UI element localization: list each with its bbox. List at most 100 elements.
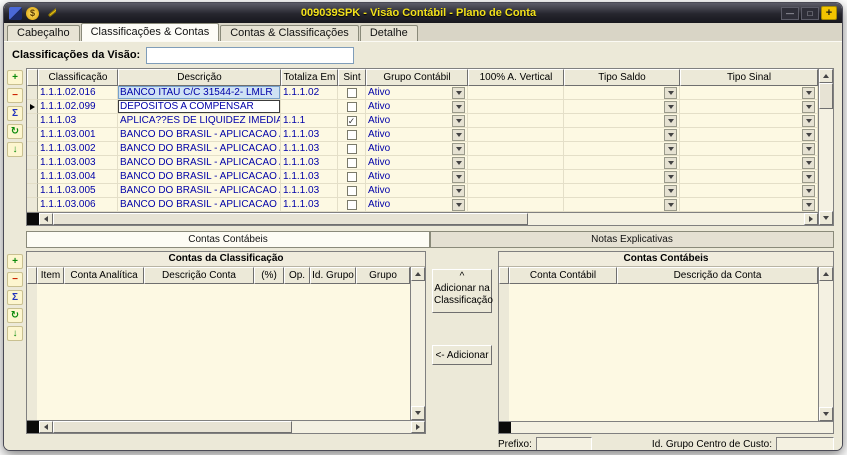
money-icon[interactable]: $	[26, 7, 39, 20]
scroll-up-button[interactable]	[411, 267, 425, 281]
tipo-saldo-dropdown-button[interactable]	[664, 101, 677, 113]
empty-grid-body[interactable]	[27, 284, 410, 420]
cell-grupo-contabil[interactable]: Ativo	[366, 142, 468, 156]
table-row[interactable]: 1.1.1.03.002 BANCO DO BRASIL - APLICACAO…	[27, 142, 818, 156]
vertical-scrollbar[interactable]	[410, 267, 425, 420]
scroll-down-button[interactable]	[819, 407, 833, 421]
tab-notas-explicativas[interactable]: Notas Explicativas	[430, 231, 834, 248]
column-header-grupo-contabil[interactable]: Grupo Contábil	[366, 69, 468, 86]
table-row[interactable]: 1.1.1.03 APLICA??ES DE LIQUIDEZ IMEDIATA…	[27, 114, 818, 128]
tipo-sinal-dropdown-button[interactable]	[802, 129, 815, 141]
grupo-dropdown-button[interactable]	[452, 129, 465, 141]
cell-grupo-contabil[interactable]: Ativo	[366, 114, 468, 128]
cell-vertical[interactable]	[468, 100, 564, 114]
tipo-sinal-dropdown-button[interactable]	[802, 87, 815, 99]
vertical-scrollbar[interactable]	[818, 69, 833, 225]
export-icon[interactable]: ↓	[7, 326, 23, 341]
tipo-saldo-dropdown-button[interactable]	[664, 157, 677, 169]
cell-tipo-saldo[interactable]	[564, 156, 680, 170]
cell-totaliza-em[interactable]: 1.1.1.03	[281, 156, 338, 170]
cell-classificacao[interactable]: 1.1.1.02.099	[38, 100, 118, 114]
horizontal-scrollbar[interactable]	[499, 421, 833, 433]
cell-descricao[interactable]: BANCO DO BRASIL - APLICACAO AUTO M	[118, 142, 281, 156]
cell-vertical[interactable]	[468, 156, 564, 170]
tipo-sinal-dropdown-button[interactable]	[802, 171, 815, 183]
tab-classificacoes-contas[interactable]: Classificações & Contas	[81, 23, 220, 41]
scroll-right-button[interactable]	[804, 213, 818, 225]
scrollbar-thumb[interactable]	[53, 213, 528, 225]
cell-tipo-saldo[interactable]	[564, 100, 680, 114]
tab-cabecalho[interactable]: Cabeçalho	[7, 25, 80, 41]
scrollbar-thumb[interactable]	[53, 421, 292, 433]
scroll-down-button[interactable]	[411, 406, 425, 420]
cell-tipo-saldo[interactable]	[564, 86, 680, 100]
tipo-saldo-dropdown-button[interactable]	[664, 129, 677, 141]
sum-icon[interactable]: Σ	[7, 290, 23, 305]
row-selector[interactable]	[27, 198, 38, 212]
grupo-dropdown-button[interactable]	[452, 157, 465, 169]
sint-checkbox[interactable]	[347, 130, 357, 140]
cell-descricao[interactable]: BANCO DO BRASIL - APLICACAO AUTO M	[118, 128, 281, 142]
cell-vertical[interactable]	[468, 170, 564, 184]
tipo-saldo-dropdown-button[interactable]	[664, 199, 677, 211]
column-header-descricao[interactable]: Descrição	[118, 69, 281, 86]
sint-checkbox[interactable]	[347, 158, 357, 168]
scrollbar-track[interactable]	[292, 421, 411, 433]
cell-vertical[interactable]	[468, 114, 564, 128]
sint-checkbox[interactable]	[347, 172, 357, 182]
cell-totaliza-em[interactable]: 1.1.1.03	[281, 198, 338, 212]
cell-sint[interactable]	[338, 142, 366, 156]
cell-classificacao[interactable]: 1.1.1.02.016	[38, 86, 118, 100]
cell-vertical[interactable]	[468, 184, 564, 198]
cell-descricao[interactable]: DEPOSITOS A COMPENSAR	[118, 100, 281, 114]
scrollbar-track[interactable]	[511, 422, 833, 433]
cell-totaliza-em[interactable]	[281, 100, 338, 114]
cell-tipo-sinal[interactable]	[680, 156, 818, 170]
prefixo-input[interactable]	[536, 437, 592, 451]
empty-grid-body[interactable]	[499, 284, 818, 421]
sint-checkbox[interactable]	[347, 88, 357, 98]
column-header-totaliza-em[interactable]: Totaliza Em	[281, 69, 338, 86]
scroll-left-button[interactable]	[39, 421, 53, 433]
maximize-button[interactable]: □	[801, 7, 819, 20]
column-header-sint[interactable]: Sint	[338, 69, 366, 86]
cell-classificacao[interactable]: 1.1.1.03.003	[38, 156, 118, 170]
column-header-descricao-da-conta[interactable]: Descrição da Conta	[617, 267, 818, 284]
column-header-tipo-sinal[interactable]: Tipo Sinal	[680, 69, 818, 86]
cell-vertical[interactable]	[468, 86, 564, 100]
sint-checkbox[interactable]	[347, 200, 357, 210]
tipo-sinal-dropdown-button[interactable]	[802, 185, 815, 197]
scrollbar-track[interactable]	[411, 281, 425, 406]
cell-tipo-saldo[interactable]	[564, 184, 680, 198]
tipo-sinal-dropdown-button[interactable]	[802, 115, 815, 127]
vertical-scrollbar[interactable]	[818, 267, 833, 421]
cell-tipo-saldo[interactable]	[564, 170, 680, 184]
scrollbar-track[interactable]	[819, 281, 833, 407]
cell-totaliza-em[interactable]: 1.1.1.03	[281, 184, 338, 198]
delete-row-icon[interactable]: −	[7, 272, 23, 287]
table-row[interactable]: 1.1.1.03.005 BANCO DO BRASIL - APLICACAO…	[27, 184, 818, 198]
cell-totaliza-em[interactable]: 1.1.1.03	[281, 128, 338, 142]
column-header-descricao-conta[interactable]: Descrição Conta	[144, 267, 254, 284]
column-header-conta-analitica[interactable]: Conta Analítica	[64, 267, 144, 284]
cell-classificacao[interactable]: 1.1.1.03.005	[38, 184, 118, 198]
table-row[interactable]: 1.1.1.02.016 BANCO ITAU C/C 31544-2- LML…	[27, 86, 818, 100]
column-header-conta-contabil[interactable]: Conta Contábil	[509, 267, 617, 284]
row-selector[interactable]	[27, 100, 38, 114]
tab-detalhe[interactable]: Detalhe	[360, 25, 418, 41]
add-row-icon[interactable]: +	[7, 70, 23, 85]
cell-tipo-sinal[interactable]	[680, 198, 818, 212]
column-header-tipo-saldo[interactable]: Tipo Saldo	[564, 69, 680, 86]
sint-checkbox[interactable]	[347, 102, 357, 112]
column-header-vertical[interactable]: 100% A. Vertical	[468, 69, 564, 86]
tipo-sinal-dropdown-button[interactable]	[802, 143, 815, 155]
grupo-dropdown-button[interactable]	[452, 115, 465, 127]
table-row[interactable]: 1.1.1.03.001 BANCO DO BRASIL - APLICACAO…	[27, 128, 818, 142]
scrollbar-track[interactable]	[528, 213, 804, 225]
cell-descricao[interactable]: BANCO DO BRASIL - APLICACAO AUTO M	[118, 156, 281, 170]
grupo-dropdown-button[interactable]	[452, 185, 465, 197]
table-row[interactable]: 1.1.1.03.003 BANCO DO BRASIL - APLICACAO…	[27, 156, 818, 170]
scroll-left-button[interactable]	[39, 213, 53, 225]
column-header-op[interactable]: Op.	[284, 267, 310, 284]
cell-tipo-sinal[interactable]	[680, 184, 818, 198]
